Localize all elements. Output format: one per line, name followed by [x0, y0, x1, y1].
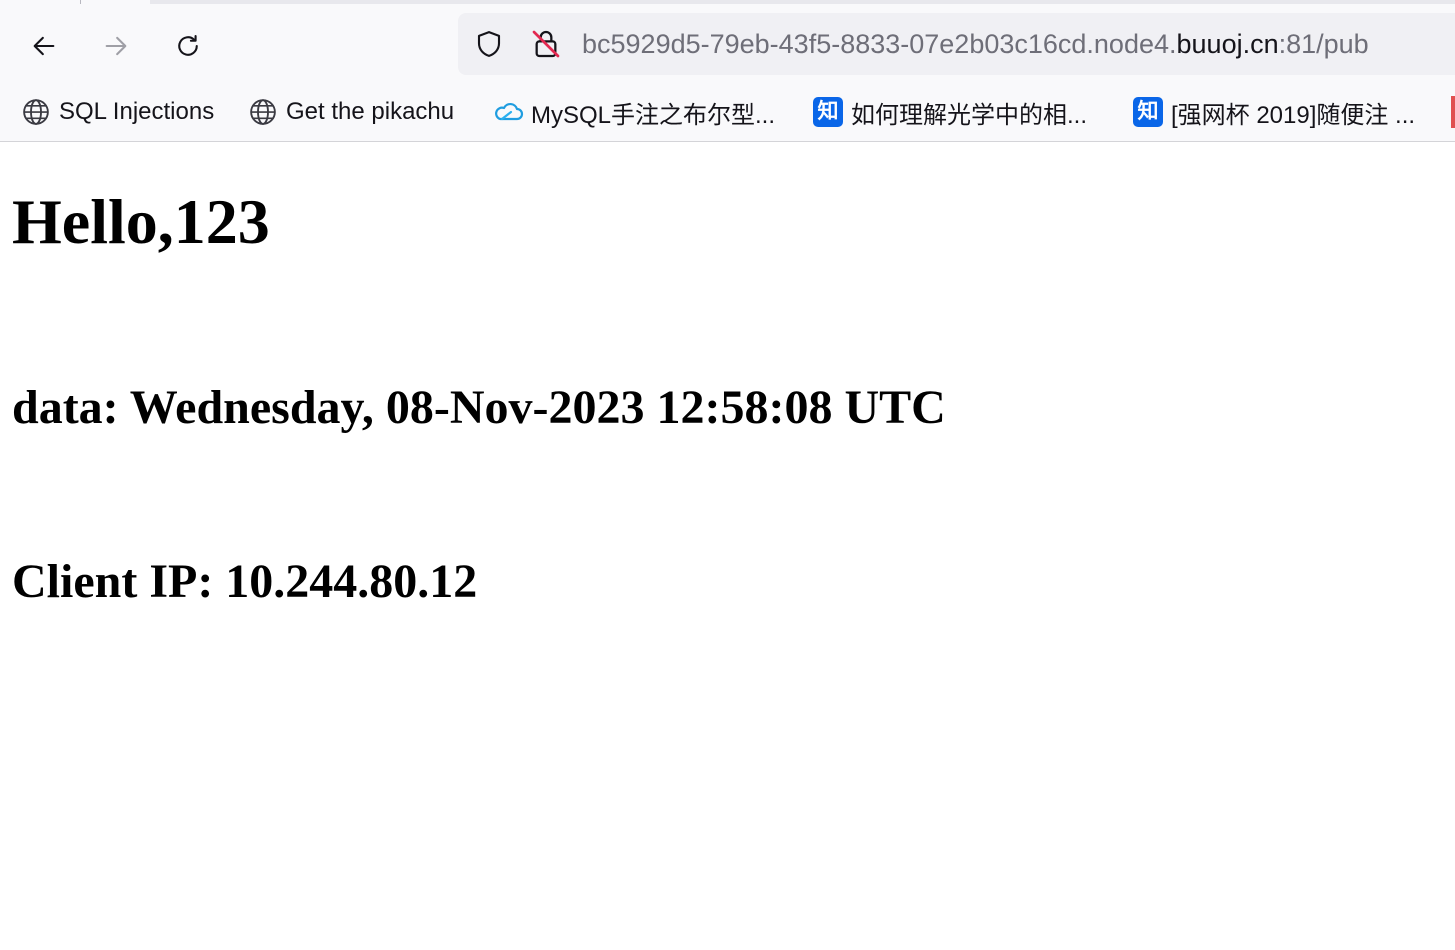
bookmark-zhihu-qwb[interactable]: 知 [强网杯 2019]随便注 ...: [1132, 90, 1415, 134]
zhihu-icon: 知: [1132, 96, 1164, 128]
date-heading: data: Wednesday, 08-Nov-2023 12:58:08 UT…: [12, 381, 946, 434]
bookmark-sql-injections[interactable]: SQL Injections: [20, 90, 214, 134]
client-ip-heading: Client IP: 10.244.80.12: [12, 555, 478, 608]
shield-icon[interactable]: [474, 29, 504, 59]
bookmark-label: [强网杯 2019]随便注 ...: [1171, 101, 1416, 129]
url-suffix: :81/pub: [1278, 29, 1369, 59]
url-prefix: bc5929d5-79eb-43f5-8833-07e2b03c16cd.nod…: [582, 29, 1177, 59]
bookmark-label: SQL Injections: [59, 98, 215, 125]
reload-button[interactable]: [169, 27, 207, 65]
zhihu-icon: 知: [812, 96, 844, 128]
bookmark-label: MySQL手注之布尔型...: [531, 101, 776, 129]
bookmark-zhihu-optics[interactable]: 知 如何理解光学中的相...: [812, 90, 1087, 134]
tab-strip: [0, 0, 1455, 4]
forward-button[interactable]: [97, 27, 135, 65]
address-bar[interactable]: bc5929d5-79eb-43f5-8833-07e2b03c16cd.nod…: [458, 13, 1455, 75]
active-tab-edge[interactable]: [0, 0, 150, 4]
browser-toolbar: bc5929d5-79eb-43f5-8833-07e2b03c16cd.nod…: [0, 0, 1455, 142]
globe-icon: [247, 96, 279, 128]
bookmark-overflow-edge[interactable]: [1451, 96, 1455, 128]
bookmarks-bar: SQL Injections Get the pikachu MySQL手注之布…: [0, 90, 1455, 134]
insecure-lock-icon[interactable]: [530, 28, 562, 60]
bookmark-get-the-pikachu[interactable]: Get the pikachu: [247, 90, 454, 134]
url-text[interactable]: bc5929d5-79eb-43f5-8833-07e2b03c16cd.nod…: [582, 27, 1369, 61]
bookmark-mysql[interactable]: MySQL手注之布尔型...: [492, 90, 775, 134]
arrow-right-icon: [105, 36, 127, 56]
bookmark-label: 如何理解光学中的相...: [851, 101, 1088, 129]
globe-icon: [20, 96, 52, 128]
arrow-left-icon: [33, 36, 55, 56]
cloud-icon: [492, 96, 524, 128]
back-button[interactable]: [25, 27, 63, 65]
greeting-heading: Hello,123: [12, 186, 270, 257]
url-host: buuoj.cn: [1176, 29, 1279, 59]
reload-icon: [178, 35, 198, 56]
bookmark-label: Get the pikachu: [286, 98, 455, 125]
